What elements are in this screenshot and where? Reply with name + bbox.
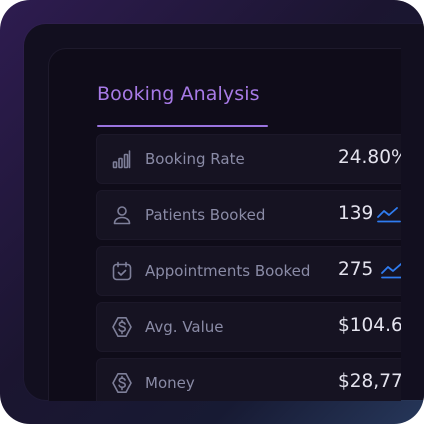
bar-chart-icon — [111, 148, 133, 170]
metric-row-patients-booked: Patients Booked 139 — [96, 190, 401, 240]
screenshot-frame: Booking Analysis Booking Rate 24.80% — [0, 0, 424, 424]
dollar-icon — [111, 372, 133, 394]
metric-row-appointments-booked: Appointments Booked 275 — [96, 246, 401, 296]
metric-label: Appointments Booked — [145, 262, 311, 280]
calendar-check-icon — [111, 260, 133, 282]
metric-row-money: Money $28,77 — [96, 358, 401, 401]
trend-up-icon — [381, 261, 401, 279]
metric-value: 139 — [338, 203, 374, 224]
metric-value: 24.80% — [338, 147, 401, 168]
active-tab-underline — [97, 125, 268, 127]
metric-label: Patients Booked — [145, 206, 266, 224]
metric-row-avg-value: Avg. Value $104.6 — [96, 302, 401, 352]
metric-value: 275 — [338, 259, 374, 280]
metric-label: Avg. Value — [145, 318, 224, 336]
metric-label: Money — [145, 374, 195, 392]
metric-label: Booking Rate — [145, 150, 245, 168]
user-icon — [111, 204, 133, 226]
metric-value: $104.6 — [338, 315, 401, 336]
dollar-icon — [111, 316, 133, 338]
booking-analysis-panel: Booking Analysis Booking Rate 24.80% — [48, 48, 401, 401]
metric-value: $28,77 — [338, 371, 401, 392]
trend-up-icon — [377, 205, 401, 223]
metric-row-booking-rate: Booking Rate 24.80% — [96, 134, 401, 184]
panel-title: Booking Analysis — [97, 83, 260, 105]
